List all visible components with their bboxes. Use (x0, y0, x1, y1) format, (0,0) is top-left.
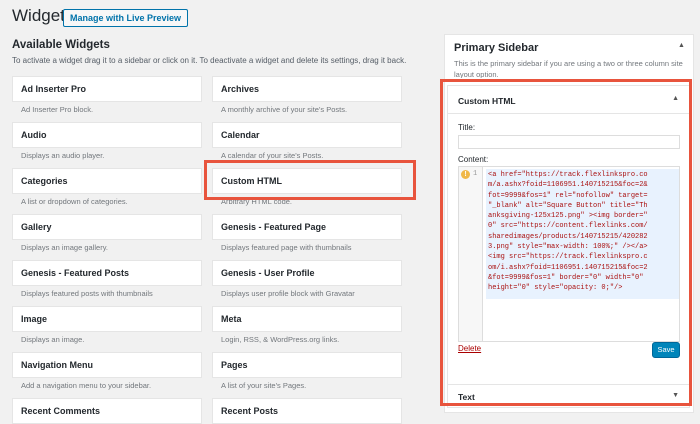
available-widgets-title: Available Widgets (12, 39, 110, 51)
widget-title: Calendar (221, 130, 260, 140)
widget-item[interactable]: Recent Comments (12, 398, 202, 424)
primary-sidebar-title[interactable]: Primary Sidebar (454, 42, 538, 54)
widget-description: Displays an audio player. (21, 151, 105, 160)
widget-item[interactable]: Meta (212, 306, 402, 332)
widget-description: Displays an image gallery. (21, 243, 108, 252)
widget-item[interactable]: Genesis - Featured Posts (12, 260, 202, 286)
triangle-up-icon[interactable]: ▲ (678, 42, 685, 49)
widget-item[interactable]: Archives (212, 76, 402, 102)
widget-item[interactable]: Ad Inserter Pro (12, 76, 202, 102)
widget-description: Displays featured posts with thumbnails (21, 289, 153, 298)
widget-title: Navigation Menu (21, 360, 94, 370)
widget-title: Meta (221, 314, 242, 324)
available-widgets-description: To activate a widget drag it to a sideba… (12, 56, 407, 65)
widget-item[interactable]: Genesis - User Profile (212, 260, 402, 286)
widget-item[interactable]: Gallery (12, 214, 202, 240)
manage-live-preview-button[interactable]: Manage with Live Preview (63, 9, 189, 27)
widget-title: Genesis - User Profile (221, 268, 315, 278)
widget-item[interactable]: Recent Posts (212, 398, 402, 424)
widget-description: A list or dropdown of categories. (21, 197, 128, 206)
widget-title: Audio (21, 130, 47, 140)
widget-item[interactable]: Categories (12, 168, 202, 194)
primary-sidebar-description: This is the primary sidebar if you are u… (454, 59, 683, 78)
widget-description: Login, RSS, & WordPress.org links. (221, 335, 340, 344)
widget-item[interactable]: Pages (212, 352, 402, 378)
widget-item[interactable]: Navigation Menu (12, 352, 202, 378)
widget-title: Ad Inserter Pro (21, 84, 87, 94)
widget-description: Displays featured page with thumbnails (221, 243, 352, 252)
widget-description: A list of your site's Pages. (221, 381, 307, 390)
widget-title: Archives (221, 84, 260, 94)
widget-title: Genesis - Featured Posts (21, 268, 130, 278)
widget-title: Recent Posts (221, 406, 279, 416)
widget-title: Gallery (21, 222, 52, 232)
widget-description: A calendar of your site's Posts. (221, 151, 324, 160)
widget-title: Categories (21, 176, 68, 186)
widget-description: Displays user profile block with Gravata… (221, 289, 355, 298)
widget-title: Image (21, 314, 48, 324)
widget-item[interactable]: Calendar (212, 122, 402, 148)
widget-description: Ad Inserter Pro block. (21, 105, 94, 114)
widget-title: Genesis - Featured Page (221, 222, 327, 232)
widget-item[interactable]: Audio (12, 122, 202, 148)
highlight-custom-html-widget (204, 160, 416, 200)
widget-item[interactable]: Genesis - Featured Page (212, 214, 402, 240)
widget-description: Displays an image. (21, 335, 85, 344)
highlight-custom-html-panel (440, 79, 692, 406)
widget-title: Recent Comments (21, 406, 101, 416)
widget-description: Add a navigation menu to your sidebar. (21, 381, 152, 390)
widget-item[interactable]: Image (12, 306, 202, 332)
widget-title: Pages (221, 360, 248, 370)
widget-description: A monthly archive of your site's Posts. (221, 105, 348, 114)
